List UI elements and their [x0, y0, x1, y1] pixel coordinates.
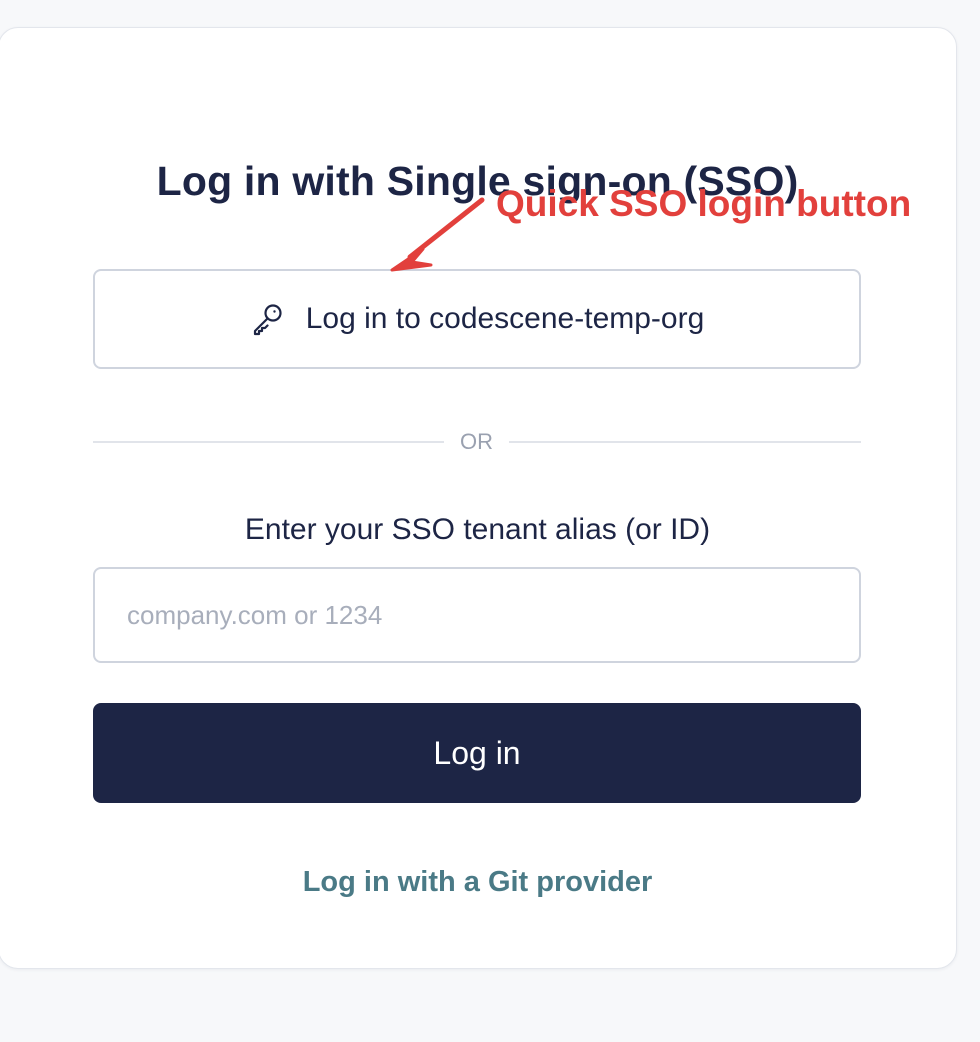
- tenant-alias-input[interactable]: [93, 567, 861, 663]
- key-icon: [250, 301, 286, 337]
- annotation-label: Quick SSO login button: [496, 183, 912, 224]
- divider-or-text: OR: [460, 429, 493, 454]
- divider-line-left: [93, 441, 444, 443]
- divider-line-right: [509, 441, 861, 443]
- or-divider: OR: [93, 428, 861, 456]
- sso-login-card: Log in with Single sign-on (SSO) Log in …: [0, 27, 957, 969]
- tenant-alias-label: Enter your SSO tenant alias (or ID): [244, 513, 711, 546]
- quick-sso-login-button[interactable]: Log in to codescene-temp-org: [93, 269, 861, 369]
- git-provider-login-link[interactable]: Log in with a Git provider: [0, 862, 956, 902]
- login-button[interactable]: Log in: [93, 703, 861, 803]
- quick-sso-login-label: Log in to codescene-temp-org: [305, 302, 705, 335]
